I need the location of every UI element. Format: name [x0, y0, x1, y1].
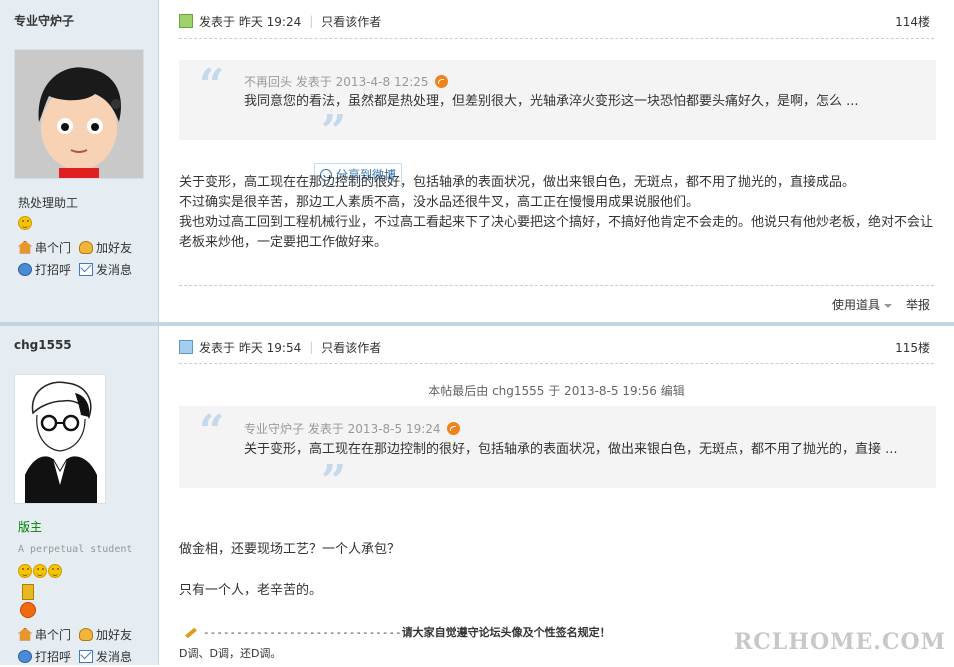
- quote-posted: 发表于 2013-8-5 19:24: [307, 422, 441, 436]
- rank-smile-icon: [18, 216, 32, 230]
- add-friend-link[interactable]: 加好友: [79, 623, 132, 645]
- add-friend-icon: [79, 627, 94, 641]
- home-icon: [18, 240, 32, 254]
- quote-posted: 发表于 2013-4-8 12:25: [295, 75, 429, 89]
- say-hello-link[interactable]: 打招呼: [18, 645, 71, 667]
- add-friend-icon: [79, 240, 94, 254]
- rank-smile-icon: [48, 564, 62, 578]
- signature-text: 请大家自觉遵守论坛头像及个性签名规定！: [401, 626, 611, 639]
- post-body: 关于变形，高工现在在那边控制的很好，包括轴承的表面状况，做出来银白色，无斑点，都…: [179, 173, 938, 253]
- signature-line-2: D调、D调，还D调。: [179, 647, 282, 660]
- user-actions: 串个门 加好友 打招呼 发消息: [18, 236, 148, 280]
- quote-author: 专业守炉子: [244, 422, 305, 436]
- chevron-down-icon: [883, 303, 892, 308]
- visit-space-link[interactable]: 串个门: [18, 623, 71, 645]
- post-footer: 使用道具 举报: [832, 296, 930, 313]
- greet-icon: [18, 262, 32, 276]
- avatar[interactable]: [14, 49, 144, 179]
- body-paragraph: 我也劝过高工回到工程机械行业，不过高工看起来下了决心要把这个搞好，不搞好他肯定不…: [179, 215, 934, 250]
- rank-smile-icon: [33, 564, 47, 578]
- username[interactable]: 专业守炉子: [14, 12, 74, 29]
- only-author-link[interactable]: 只看该作者: [321, 13, 381, 30]
- footer-divider: [179, 285, 934, 286]
- signature: ------------------------------请大家自觉遵守论坛头…: [185, 624, 611, 640]
- quote-info: 专业守炉子 发表于 2013-8-5 19:24: [244, 420, 460, 437]
- quote-author: 不再回头: [244, 75, 293, 89]
- rank-stars: [18, 564, 62, 578]
- post-header: 发表于 昨天 19:24 | 只看该作者 114楼: [179, 11, 930, 31]
- visit-space-link[interactable]: 串个门: [18, 236, 71, 258]
- user-group: 热处理助工: [18, 196, 79, 210]
- user-group: 版主: [18, 520, 43, 534]
- medal-icon[interactable]: [20, 584, 36, 618]
- post-status-icon: [179, 340, 193, 354]
- post-115: chg1555 版主 A perpetual student 串个门 加好友 打…: [0, 326, 954, 665]
- posted-label: 发表于: [199, 340, 236, 355]
- pencil-icon: [185, 627, 197, 639]
- post-body: 做金相，还要现场工艺？一个人承包？ 只有一个人，老辛苦的。: [179, 540, 938, 601]
- avatar[interactable]: [14, 374, 106, 504]
- close-quote-icon: ”: [321, 456, 347, 507]
- edit-note: 本帖最后由 chg1555 于 2013-8-5 19:56 编辑: [428, 384, 685, 398]
- header-divider: [179, 363, 934, 364]
- floor-number[interactable]: 115楼: [895, 339, 930, 356]
- close-quote-icon: ”: [321, 106, 347, 157]
- post-content: 发表于 昨天 19:24 | 只看该作者 114楼 “ 不再回头 发表于 201…: [159, 0, 954, 322]
- post-content: 发表于 昨天 19:54 | 只看该作者 115楼 本帖最后由 chg1555 …: [159, 326, 954, 665]
- posted-time: 昨天 19:54: [238, 340, 302, 355]
- use-tools-dropdown[interactable]: 使用道具: [832, 296, 892, 313]
- only-author-link[interactable]: 只看该作者: [321, 339, 381, 356]
- body-paragraph: 关于变形，高工现在在那边控制的很好，包括轴承的表面状况，做出来银白色，无斑点，都…: [179, 175, 856, 190]
- posted-label: 发表于: [199, 14, 236, 29]
- quote-block: “ 专业守炉子 发表于 2013-8-5 19:24 关于变形，高工现在在那边控…: [179, 406, 936, 504]
- user-title: A perpetual student: [18, 544, 133, 555]
- greet-icon: [18, 649, 32, 663]
- floor-number[interactable]: 114楼: [895, 13, 930, 30]
- envelope-icon: [79, 649, 94, 663]
- signature-line: ------------------------------: [203, 626, 402, 639]
- body-paragraph: 只有一个人，老辛苦的。: [179, 583, 323, 598]
- rank-stars: [18, 216, 32, 230]
- jump-to-post-icon[interactable]: [446, 422, 460, 435]
- open-quote-icon: “: [199, 406, 225, 457]
- author-sidebar: chg1555 版主 A perpetual student 串个门 加好友 打…: [0, 326, 159, 665]
- jump-to-post-icon[interactable]: [434, 75, 448, 88]
- header-divider: [179, 38, 934, 39]
- post-114: 专业守炉子 热处理助工 串个门 加好友 打招呼 发消息 发表于 昨天 19:24…: [0, 0, 954, 322]
- body-paragraph: 做金相，还要现场工艺？一个人承包？: [179, 542, 401, 557]
- body-paragraph: 不过确实是很辛苦，那边工人素质不高，没水品还很牛叉，高工正在慢慢用成果说服他们。: [179, 195, 700, 210]
- quote-info: 不再回头 发表于 2013-4-8 12:25: [244, 73, 448, 90]
- add-friend-link[interactable]: 加好友: [79, 236, 132, 258]
- watermark: RCLHOME.COM: [733, 629, 946, 655]
- username[interactable]: chg1555: [14, 338, 72, 352]
- posted-time: 昨天 19:24: [238, 14, 302, 29]
- send-message-link[interactable]: 发消息: [79, 258, 132, 280]
- open-quote-icon: “: [199, 60, 225, 111]
- envelope-icon: [79, 262, 94, 276]
- author-sidebar: 专业守炉子 热处理助工 串个门 加好友 打招呼 发消息: [0, 0, 159, 322]
- post-header: 发表于 昨天 19:54 | 只看该作者 115楼: [179, 337, 930, 357]
- post-status-icon: [179, 14, 193, 28]
- report-link[interactable]: 举报: [906, 296, 930, 313]
- say-hello-link[interactable]: 打招呼: [18, 258, 71, 280]
- quote-block: “ 不再回头 发表于 2013-4-8 12:25 我同意您的看法，虽然都是热处…: [179, 60, 936, 154]
- user-actions: 串个门 加好友 打招呼 发消息: [18, 623, 148, 667]
- rank-smile-icon: [18, 564, 32, 578]
- send-message-link[interactable]: 发消息: [79, 645, 132, 667]
- home-icon: [18, 627, 32, 641]
